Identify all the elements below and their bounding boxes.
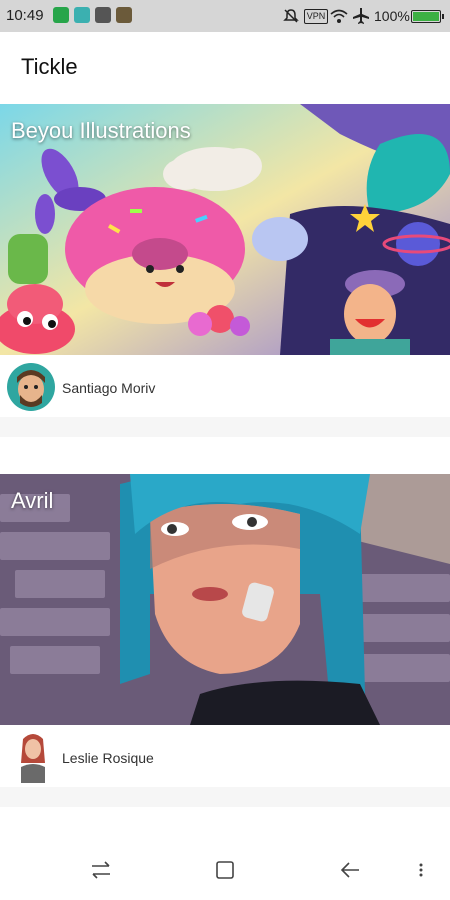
status-time: 10:49: [6, 7, 44, 24]
feed-card[interactable]: Beyou Illustrations Santiago Moriv: [0, 104, 450, 437]
illustration-image: [0, 474, 450, 725]
author-avatar[interactable]: [7, 363, 55, 411]
author-name[interactable]: Santiago Moriv: [62, 380, 155, 396]
battery-percentage: 100%: [374, 8, 410, 24]
eye-icon: [116, 7, 132, 23]
card-image[interactable]: Beyou Illustrations: [0, 104, 450, 355]
card-title: Avril: [11, 488, 54, 513]
status-bar: 10:49 VPN 100%: [0, 0, 450, 32]
navigation-bar: [0, 840, 450, 900]
app-bar: Tickle: [0, 32, 450, 104]
menu-icon[interactable]: [414, 858, 428, 882]
feed-card[interactable]: Avril Leslie Rosique: [0, 474, 450, 807]
home-icon[interactable]: [213, 858, 237, 882]
card-footer: Leslie Rosique: [0, 725, 450, 787]
card-divider: [0, 787, 450, 807]
wifi-icon: [330, 9, 348, 23]
card-footer: Santiago Moriv: [0, 355, 450, 417]
switch-icon[interactable]: [89, 858, 113, 882]
vpn-badge: VPN: [304, 9, 328, 24]
app-icon: [95, 7, 111, 23]
author-avatar[interactable]: [13, 729, 53, 783]
airplane-icon: [353, 8, 369, 24]
app-title: Tickle: [21, 54, 78, 79]
usb-icon: [74, 7, 90, 23]
battery-icon: [411, 10, 444, 23]
mute-icon: [283, 9, 299, 23]
shield-icon: [53, 7, 69, 23]
back-icon[interactable]: [338, 858, 362, 882]
card-title: Beyou Illustrations: [11, 118, 191, 143]
author-name[interactable]: Leslie Rosique: [62, 750, 154, 766]
card-image[interactable]: Avril: [0, 474, 450, 725]
card-divider: [0, 417, 450, 437]
